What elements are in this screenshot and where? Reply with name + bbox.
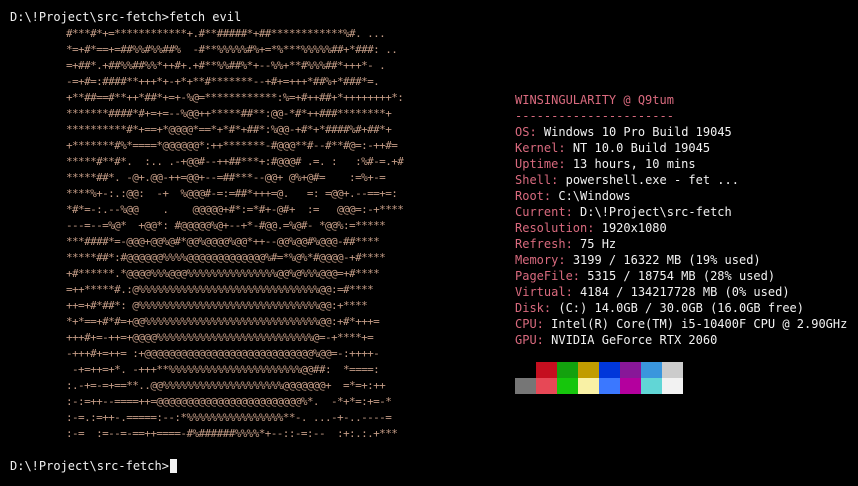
color-swatch xyxy=(599,362,620,378)
color-swatch xyxy=(557,362,578,378)
info-row: Uptime: 13 hours, 10 mins xyxy=(515,156,847,172)
info-value: NT 10.0 Build 19045 xyxy=(572,141,711,155)
ascii-art-line: *=+#*==+=##%%#%%##% -#**%%%%%#%+=*%***%%… xyxy=(66,43,398,56)
info-row: Disk: (C:) 14.0GB / 30.0GB (16.0GB free) xyxy=(515,300,847,316)
info-row: Memory: 3199 / 16322 MB (19% used) xyxy=(515,252,847,268)
color-swatch xyxy=(536,378,557,394)
info-label: GPU: xyxy=(515,333,544,347)
ascii-art-line: :.-+=-=+==**..@@%%%%%%%%%%%%%%%%%%%%@@@@… xyxy=(66,379,386,392)
info-value: NVIDIA GeForce RTX 2060 xyxy=(551,333,718,347)
info-label: Virtual: xyxy=(515,285,573,299)
info-label: Memory: xyxy=(515,253,566,267)
info-row: Refresh: 75 Hz xyxy=(515,236,847,252)
ascii-art-line: ***####*=-@@@+@@%@#*@@%@@@@%@@*++--@@%@@… xyxy=(66,235,380,248)
info-label: Resolution: xyxy=(515,221,595,235)
ascii-art-logo: #***#*+=************+.#**#####*+##******… xyxy=(66,26,404,442)
color-swatch xyxy=(515,362,536,378)
terminal-window[interactable]: D:\!Project\src-fetch>fetch evil #***#*+… xyxy=(0,0,858,486)
info-label: OS: xyxy=(515,125,537,139)
color-swatch xyxy=(620,362,641,378)
color-swatch xyxy=(578,362,599,378)
info-title: WINSINGULARITY @ Q9tum xyxy=(515,93,674,107)
info-row: Virtual: 4184 / 134217728 MB (0% used) xyxy=(515,284,847,300)
info-label: Kernel: xyxy=(515,141,566,155)
ascii-art-line: -+++#+=++= :+@@@@@@@@@@@@@@@@@@@@@@@@@@@… xyxy=(66,347,380,360)
ascii-art-line: +**##==#**++*##*+=+-%@=************:%=+#… xyxy=(66,91,404,104)
ascii-art-line: *****##*:#@@@@@@%%%%@@@@@@@@@@@@@%#=*%@%… xyxy=(66,251,386,264)
color-swatch xyxy=(578,378,599,394)
ascii-art-line: *****##*. -@+.@@-++=@@+--=##***--@@+ @%+… xyxy=(66,171,386,184)
info-value: (C:) 14.0GB / 30.0GB (16.0GB free) xyxy=(558,301,804,315)
ascii-art-line: :-=.:=++-.=====:--:*%%%%%%%%%%%%%%%%**-.… xyxy=(66,411,392,424)
color-swatch xyxy=(641,362,662,378)
ascii-art-line: *#*=-:.--%@@ . @@@@@+#*:=*#+-@#+ := @@@=… xyxy=(66,203,404,216)
ascii-art-line: *+*==+#*#=+@@%%%%%%%%%%%%%%%%%%%%%%%%%%%… xyxy=(66,315,380,328)
ascii-art-line: -=+#=:####**+++*+-+*+**#*******--+#+=+++… xyxy=(66,75,380,88)
palette-normal-row xyxy=(515,362,683,378)
info-row: Current: D:\!Project\src-fetch xyxy=(515,204,847,220)
ascii-art-line: =+##*.+##%%##%%*++#+.+#**%%##%*+--%%+**#… xyxy=(66,59,386,72)
info-value: 5315 / 18754 MB (28% used) xyxy=(587,269,776,283)
ascii-art-line: +*******#%*====*@@@@@@*:++*******-#@@@**… xyxy=(66,139,398,152)
info-label: Uptime: xyxy=(515,157,566,171)
ascii-art-line: #***#*+=************+.#**#####*+##******… xyxy=(66,27,386,40)
info-row: Shell: powershell.exe - fet ... xyxy=(515,172,847,188)
palette-bright-row xyxy=(515,378,683,394)
command-text: fetch evil xyxy=(168,10,242,24)
info-label: Refresh: xyxy=(515,237,573,251)
info-label: Disk: xyxy=(515,301,552,315)
ascii-art-line: :-= :=--=-==++====-#%######%%%%*+--::-=:… xyxy=(66,427,398,440)
ascii-art-line: -+=++=+*. -+++**%%%%%%%%%%%%%%%%%%%%%%@@… xyxy=(66,363,380,376)
color-swatch xyxy=(515,378,536,394)
color-swatch xyxy=(557,378,578,394)
color-swatch xyxy=(641,378,662,394)
info-separator: ---------------------- xyxy=(515,109,674,123)
info-value: 75 Hz xyxy=(580,237,617,251)
info-value: Windows 10 Pro Build 19045 xyxy=(543,125,732,139)
ascii-art-line: **********#*+==+*@@@@*==*+*#*+##*:%@@-+#… xyxy=(66,123,392,136)
info-row: PageFile: 5315 / 18754 MB (28% used) xyxy=(515,268,847,284)
info-value: powershell.exe - fet ... xyxy=(565,173,739,187)
info-label: Root: xyxy=(515,189,552,203)
info-value: Intel(R) Core(TM) i5-10400F CPU @ 2.90GH… xyxy=(551,317,848,331)
info-value: 1920x1080 xyxy=(601,221,667,235)
ascii-art-line: ---=--=%@* +@@*: #@@@@@%@+--+*-#@@.=%@#-… xyxy=(66,219,386,232)
info-value: 4184 / 134217728 MB (0% used) xyxy=(580,285,790,299)
color-swatch xyxy=(536,362,557,378)
ascii-art-line: +++#+=-++=+@@@@%%%%%%%%%%%%%%%%%%%%%%%%%… xyxy=(66,331,374,344)
color-swatch xyxy=(662,378,683,394)
system-info-panel: WINSINGULARITY @ Q9tum -----------------… xyxy=(515,92,847,348)
prompt: D:\!Project\src-fetch> xyxy=(10,459,169,473)
info-row: GPU: NVIDIA GeForce RTX 2060 xyxy=(515,332,847,348)
color-swatch xyxy=(620,378,641,394)
info-row: Resolution: 1920x1080 xyxy=(515,220,847,236)
info-label: Shell: xyxy=(515,173,559,187)
info-row: OS: Windows 10 Pro Build 19045 xyxy=(515,124,847,140)
info-label: CPU: xyxy=(515,317,544,331)
ascii-art-line: =++*****#.:@%%%%%%%%%%%%%%%%%%%%%%%%%%%%… xyxy=(66,283,374,296)
ascii-art-line: *****#**#*. :.. .-+@@#--++##***+:#@@@# .… xyxy=(66,155,404,168)
color-swatch xyxy=(662,362,683,378)
prompt: D:\!Project\src-fetch> xyxy=(10,10,169,24)
info-row: Kernel: NT 10.0 Build 19045 xyxy=(515,140,847,156)
color-palette xyxy=(515,362,683,394)
info-value: 13 hours, 10 mins xyxy=(572,157,696,171)
ascii-art-line: ++=+#*##*: @%%%%%%%%%%%%%%%%%%%%%%%%%%%%… xyxy=(66,299,368,312)
ascii-art-line: +#******.*@@@@%%%@@@%%%%%%%%%%%%%%%@@%@%… xyxy=(66,267,380,280)
info-value: D:\!Project\src-fetch xyxy=(580,205,732,219)
command-line: D:\!Project\src-fetch>fetch evil xyxy=(10,9,241,25)
ascii-art-line: *******####*#+=+=--%@@++*****##**:@@-*#*… xyxy=(66,107,392,120)
info-value: C:\Windows xyxy=(558,189,631,203)
info-label: PageFile: xyxy=(515,269,581,283)
info-label: Current: xyxy=(515,205,573,219)
color-swatch xyxy=(599,378,620,394)
info-value: 3199 / 16322 MB (19% used) xyxy=(572,253,761,267)
info-row: Root: C:\Windows xyxy=(515,188,847,204)
input-line[interactable]: D:\!Project\src-fetch> xyxy=(10,458,177,474)
ascii-art-line: :-:=++--====++=@@@@@@@@@@@@@@@@@@@@@@@@%… xyxy=(66,395,392,408)
ascii-art-line: ****%+-:.:@@: -+ %@@@#-=:=##*+++=@. =: =… xyxy=(66,187,398,200)
info-row: CPU: Intel(R) Core(TM) i5-10400F CPU @ 2… xyxy=(515,316,847,332)
text-cursor xyxy=(169,459,177,473)
